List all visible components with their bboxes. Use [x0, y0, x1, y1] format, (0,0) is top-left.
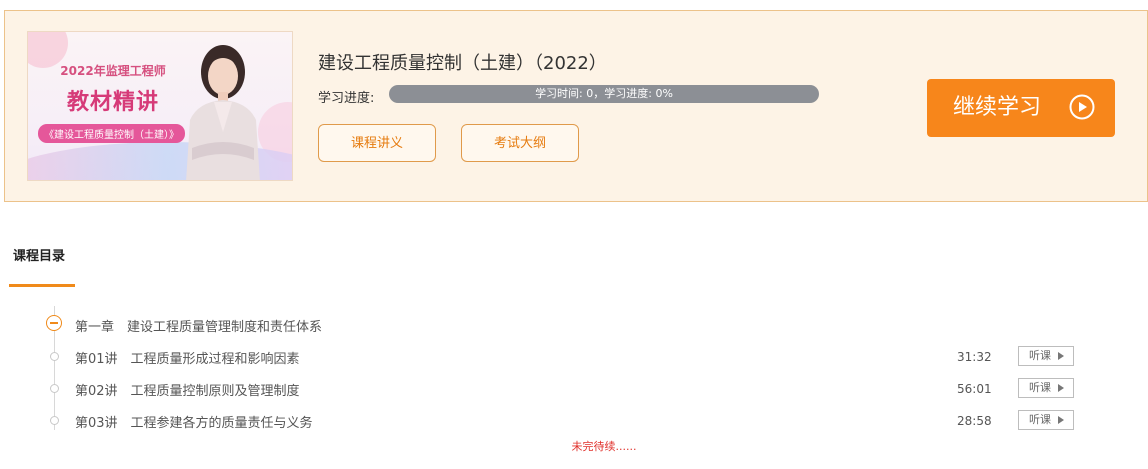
lesson-duration: 31:32 [957, 350, 992, 364]
thumbnail-main-title: 教材精讲 [66, 90, 159, 115]
teacher-portrait-icon [186, 45, 260, 180]
continue-learning-button[interactable]: 继续学习 [927, 79, 1115, 137]
course-thumbnail[interactable]: 2022年监理工程师 教材精讲 《建设工程质量控制（土建）》 [27, 31, 293, 181]
listen-button-label: 听课 [1029, 413, 1051, 426]
continue-learning-label: 继续学习 [953, 95, 1042, 120]
lesson-row: 第01讲 工程质量形成过程和影响因素 31:32 听课 [0, 346, 1148, 368]
catalog-title: 课程目录 [13, 249, 66, 264]
lesson-duration: 56:01 [957, 382, 992, 396]
play-circle-icon [1069, 94, 1095, 120]
progress-bar: 学习时间: 0，学习进度: 0% [389, 85, 819, 103]
lesson-title[interactable]: 第03讲 工程参建各方的质量责任与义务 [75, 412, 313, 431]
listen-button[interactable]: 听课 [1018, 410, 1074, 430]
exam-outline-button[interactable]: 考试大纲 [461, 124, 579, 162]
thumbnail-subject-tag: 《建设工程质量控制（土建）》 [38, 124, 185, 143]
collapse-chapter-icon[interactable] [46, 315, 62, 331]
listen-button[interactable]: 听课 [1018, 346, 1074, 366]
lesson-title[interactable]: 第02讲 工程质量控制原则及管理制度 [75, 380, 300, 399]
listen-button[interactable]: 听课 [1018, 378, 1074, 398]
lecture-notes-button[interactable]: 课程讲义 [318, 124, 436, 162]
listen-button-label: 听课 [1029, 349, 1051, 362]
listen-button-label: 听课 [1029, 381, 1051, 394]
lesson-dot-icon [50, 384, 59, 393]
lesson-row: 第02讲 工程质量控制原则及管理制度 56:01 听课 [0, 378, 1148, 400]
lesson-row: 第03讲 工程参建各方的质量责任与义务 28:58 听课 [0, 410, 1148, 432]
lesson-title[interactable]: 第01讲 工程质量形成过程和影响因素 [75, 348, 300, 367]
lesson-dot-icon [50, 352, 59, 361]
lesson-duration: 28:58 [957, 414, 992, 428]
thumbnail-year-title: 2022年监理工程师 [60, 64, 166, 78]
play-triangle-icon [1058, 384, 1064, 392]
play-triangle-icon [1058, 416, 1064, 424]
play-triangle-icon [1058, 352, 1064, 360]
lesson-dot-icon [50, 416, 59, 425]
course-title: 建设工程质量控制（土建）（2022） [318, 53, 607, 74]
catalog-title-underline [9, 284, 75, 287]
chapter-title[interactable]: 第一章 建设工程质量管理制度和责任体系 [75, 316, 322, 335]
to-be-continued-notice: 未完待续...... [571, 440, 637, 453]
course-header: 2022年监理工程师 教材精讲 《建设工程质量控制（土建）》 建设工程质量控制（… [4, 10, 1148, 202]
progress-text: 学习时间: 0，学习进度: 0% [535, 87, 673, 100]
progress-label: 学习进度: [318, 91, 375, 106]
